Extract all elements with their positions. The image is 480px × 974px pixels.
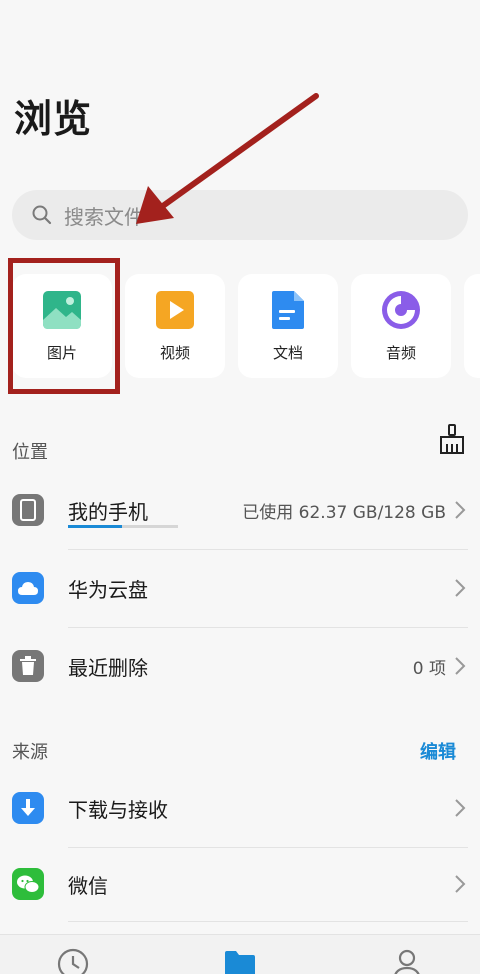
search-icon — [32, 205, 52, 225]
video-icon — [155, 290, 195, 330]
storage-progress-fill — [68, 525, 122, 528]
document-icon — [268, 290, 308, 330]
category-videos[interactable]: 视频 — [125, 274, 225, 378]
sources-section-label: 来源 — [12, 742, 48, 763]
chevron-right-icon — [455, 579, 466, 597]
chevron-right-icon — [455, 657, 466, 675]
source-item-downloads[interactable]: 下载与接收 — [0, 770, 480, 846]
category-documents[interactable]: 文档 — [238, 274, 338, 378]
category-label: 文档 — [272, 343, 303, 362]
divider — [68, 921, 468, 922]
category-label: 视频 — [159, 343, 190, 362]
wechat-icon — [12, 868, 44, 900]
search-placeholder: 搜索文件 — [64, 204, 144, 229]
category-audio[interactable]: 音频 — [351, 274, 451, 378]
location-section-label: 位置 — [12, 442, 48, 463]
trash-icon — [12, 650, 44, 682]
cloud-icon — [12, 572, 44, 604]
search-input[interactable]: 搜索文件 — [12, 190, 468, 240]
location-item-my-phone[interactable]: 我的手机 已使用 62.37 GB/128 GB — [0, 472, 480, 548]
storage-usage-text: 已使用 62.37 GB/128 GB — [242, 502, 446, 523]
item-title: 下载与接收 — [68, 797, 168, 822]
person-icon[interactable] — [390, 947, 424, 974]
category-more[interactable] — [464, 274, 480, 378]
folder-icon[interactable] — [223, 947, 257, 974]
highlight-box — [8, 258, 120, 394]
storage-progress-bar — [68, 525, 178, 528]
edit-sources-link[interactable]: 编辑 — [420, 738, 456, 764]
bottom-tab-bar — [0, 934, 480, 974]
category-label: 音频 — [385, 343, 416, 362]
item-title: 我的手机 — [68, 500, 148, 524]
phone-icon — [12, 494, 44, 526]
clock-icon[interactable] — [56, 947, 90, 974]
download-icon — [12, 792, 44, 824]
deleted-count: 0 项 — [412, 658, 446, 679]
chevron-right-icon — [455, 501, 466, 519]
item-title: 微信 — [68, 873, 108, 898]
audio-icon — [381, 290, 421, 330]
chevron-right-icon — [455, 799, 466, 817]
item-title: 最近删除 — [68, 655, 148, 680]
page-title: 浏览 — [14, 97, 93, 141]
source-item-wechat[interactable]: 微信 — [0, 846, 480, 922]
item-title: 华为云盘 — [68, 577, 148, 602]
location-item-recently-deleted[interactable]: 最近删除 0 项 — [0, 628, 480, 704]
broom-icon[interactable] — [438, 424, 466, 454]
location-item-huawei-cloud[interactable]: 华为云盘 — [0, 550, 480, 626]
chevron-right-icon — [455, 875, 466, 893]
